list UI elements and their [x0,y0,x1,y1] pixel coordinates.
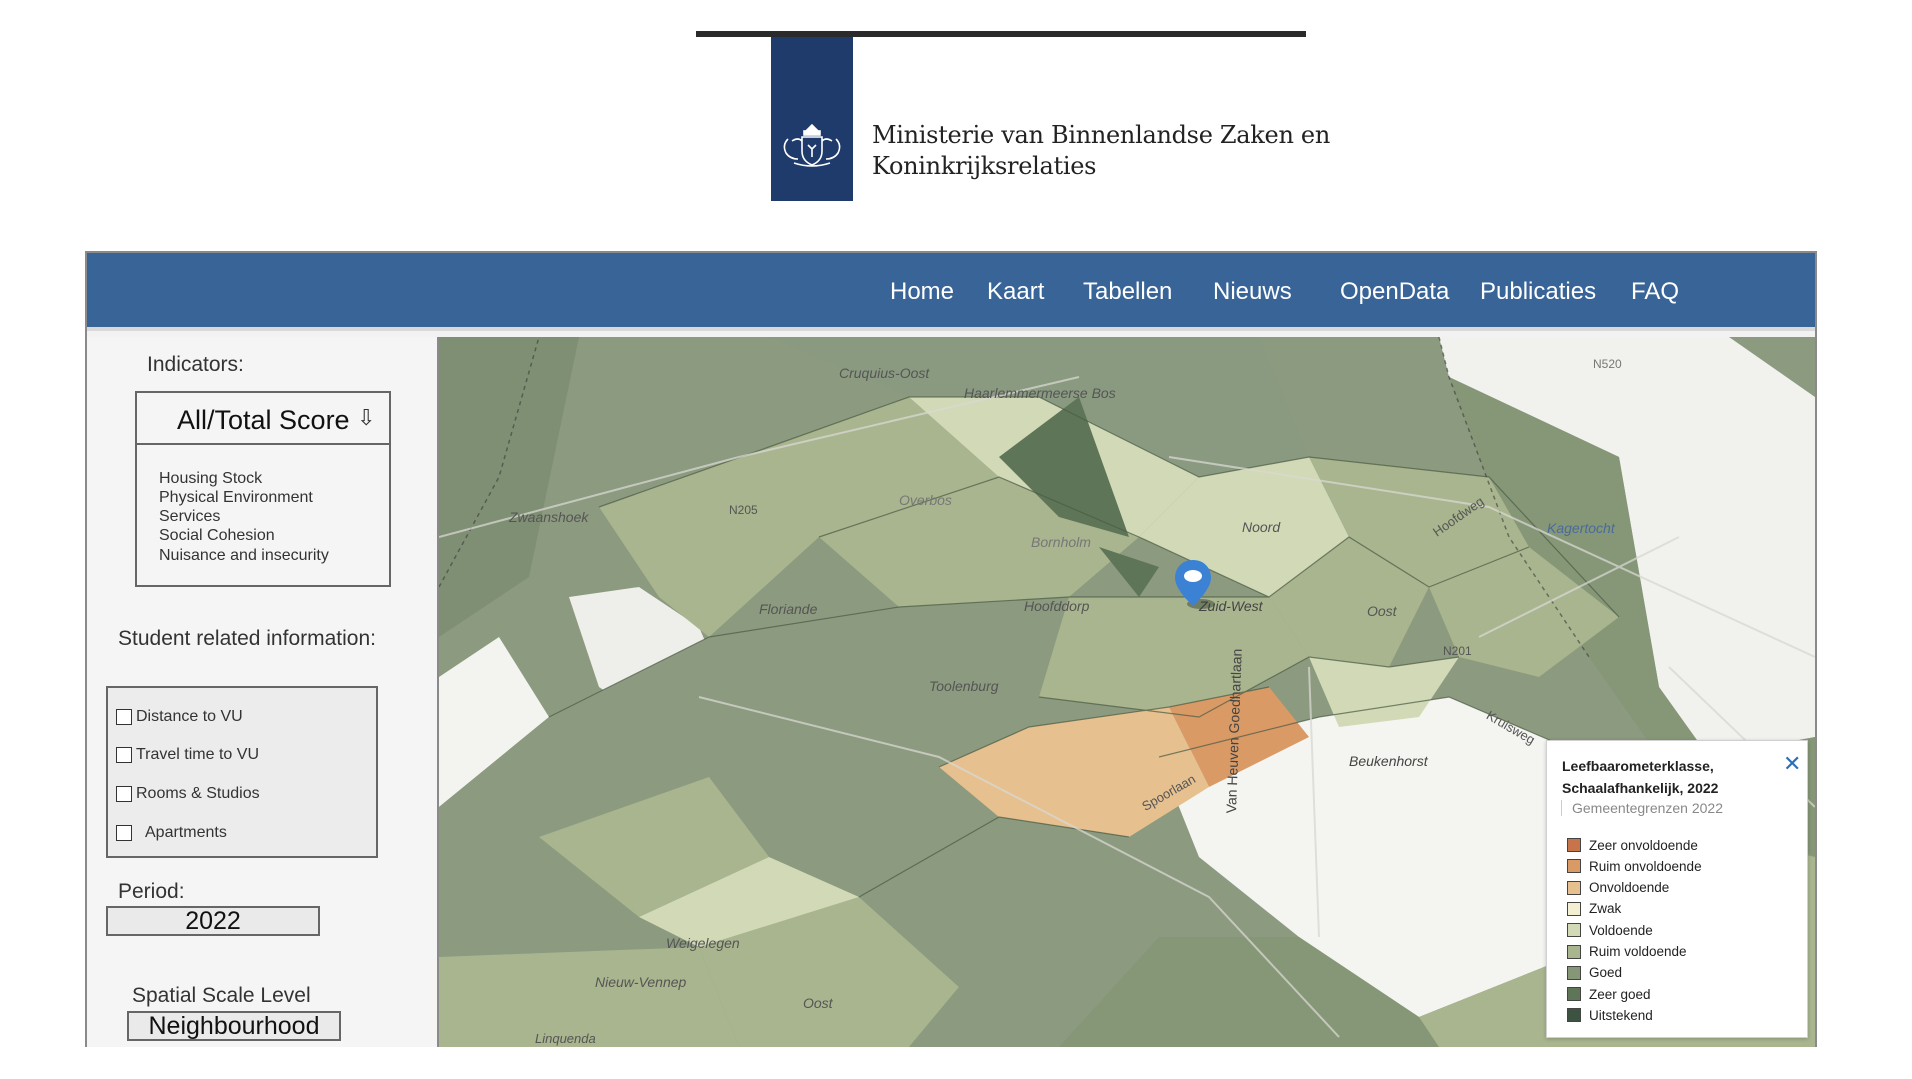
student-info-label: Student related information: [118,627,376,650]
checkbox[interactable] [116,825,132,841]
legend-swatch [1567,923,1581,938]
checkbox-label: Distance to VU [136,708,243,725]
legend-swatch [1567,944,1581,959]
checkbox[interactable] [116,747,132,763]
period-select[interactable]: 2022 [106,906,320,936]
legend-swatch [1567,987,1581,1002]
checkbox-label: Travel time to VU [136,746,259,763]
legend-swatch [1567,1008,1581,1023]
spatial-scale-select[interactable]: Neighbourhood [127,1011,341,1041]
legend-swatch [1567,838,1581,852]
indicator-option-social-cohesion[interactable]: Social Cohesion [159,527,275,545]
legend-swatch [1567,965,1581,980]
legend-swatch [1567,901,1581,916]
nav-faq[interactable]: FAQ [1631,278,1679,306]
map-label-overbos: Overbos [899,492,952,508]
filter-sidebar: Indicators: All/Total Score ⇩ Housing St… [87,337,439,1047]
legend-label: Ruim onvoldoende [1589,858,1702,874]
legend-item: Zeer onvoldoende [1567,837,1698,853]
nav-home[interactable]: Home [890,278,954,306]
legend-label: Onvoldoende [1589,880,1670,896]
legend-title: Leefbaarometerklasse, Schaalafhankelijk,… [1562,758,1719,796]
road-label-n520: N520 [1593,357,1622,371]
road-label-n205: N205 [729,503,758,517]
indicator-selected: All/Total Score [177,405,350,435]
map-label-beukenhorst: Beukenhorst [1349,753,1428,769]
legend-item: Uitstekend [1567,1007,1653,1023]
checkbox[interactable] [116,786,132,802]
nav-nieuws[interactable]: Nieuws [1213,278,1292,306]
indicators-label: Indicators: [147,353,244,376]
map-label-haarlemmermeerse-bos: Haarlemmermeerse Bos [964,385,1116,401]
legend-item: Goed [1567,965,1622,981]
close-icon[interactable]: ✕ [1783,753,1801,775]
checkbox-distance-to-vu[interactable]: Distance to VU [116,706,243,728]
nav-publicaties[interactable]: Publicaties [1480,278,1596,306]
legend-label: Goed [1589,965,1623,981]
legend-item: Voldoende [1567,922,1653,938]
legend-item: Onvoldoende [1567,880,1669,896]
map-label-bornholm: Bornholm [1031,534,1091,550]
indicator-option-physical-environment[interactable]: Physical Environment [159,489,313,507]
period-label: Period: [118,880,185,903]
road-label-n201: N201 [1443,644,1472,658]
nav-tabellen[interactable]: Tabellen [1083,278,1172,306]
map-label-oost: Oost [1367,603,1397,619]
map-label-oost-south: Oost [803,995,833,1011]
legend-item: Ruim voldoende [1567,944,1687,960]
map-legend: Leefbaarometerklasse, Schaalafhankelijk,… [1546,740,1808,1038]
page: Ministerie van Binnenlandse Zaken en Kon… [0,0,1912,1079]
ministry-name: Ministerie van Binnenlandse Zaken en Kon… [872,120,1330,182]
ministry-logo [771,37,853,201]
spatial-scale-label: Spatial Scale Level [132,984,311,1007]
legend-swatch [1567,859,1581,874]
map-label-cruquius-oost: Cruquius-Oost [839,365,930,381]
indicator-option-nuisance[interactable]: Nuisance and insecurity [159,547,329,565]
checkbox-label: Apartments [145,824,227,841]
indicator-option-housing-stock[interactable]: Housing Stock [159,470,262,488]
map-label-weigelegen: Weigelegen [666,935,740,951]
legend-subtitle: Gemeentegrenzen 2022 [1561,800,1723,816]
arrow-down-icon[interactable]: ⇩ [357,405,375,431]
indicator-option-services[interactable]: Services [159,508,220,526]
checkbox-rooms-studios[interactable]: Rooms & Studios [116,783,260,805]
map-label-linquenda: Linquenda [535,1031,596,1046]
indicator-dropdown-header[interactable]: All/Total Score ⇩ [137,393,389,445]
nav-opendata[interactable]: OpenData [1340,278,1449,306]
legend-label: Zwak [1589,901,1622,917]
checkbox-label: Rooms & Studios [136,785,260,802]
student-info-panel: Distance to VU Travel time to VU Rooms &… [106,686,378,858]
map-label-floriande: Floriande [759,601,818,617]
legend-label: Zeer onvoldoende [1589,837,1698,853]
checkbox[interactable] [116,709,132,725]
legend-item: Ruim onvoldoende [1567,858,1702,874]
legend-item: Zeer goed [1567,986,1651,1002]
legend-label: Uitstekend [1589,1007,1653,1023]
map-pin-icon[interactable] [1171,558,1215,612]
map-label-zwaanshoek: Zwaanshoek [509,509,589,525]
map-label-toolenburg: Toolenburg [929,678,999,694]
legend-item: Zwak [1567,901,1621,917]
legend-label: Ruim voldoende [1589,944,1687,959]
map-label-nieuw-vennep: Nieuw-Vennep [595,974,687,990]
coat-of-arms-icon [783,123,841,167]
legend-swatch [1567,880,1581,895]
checkbox-apartments[interactable]: Apartments [116,822,227,844]
indicator-dropdown[interactable]: All/Total Score ⇩ Housing Stock Physical… [135,391,391,587]
checkbox-travel-time-to-vu[interactable]: Travel time to VU [116,744,259,766]
ministry-name-line1: Ministerie van Binnenlandse Zaken en [872,121,1330,149]
map-label-hoofddorp: Hoofddorp [1024,598,1090,614]
map-label-noord: Noord [1242,519,1281,535]
nav-kaart[interactable]: Kaart [987,278,1044,306]
map-label-kagertocht: Kagertocht [1547,520,1615,536]
ministry-name-line2: Koninkrijksrelaties [872,152,1097,180]
top-navigation: Home Kaart Tabellen Nieuws OpenData Publ… [87,253,1815,331]
legend-label: Voldoende [1589,922,1653,938]
legend-label: Zeer goed [1589,986,1651,1002]
